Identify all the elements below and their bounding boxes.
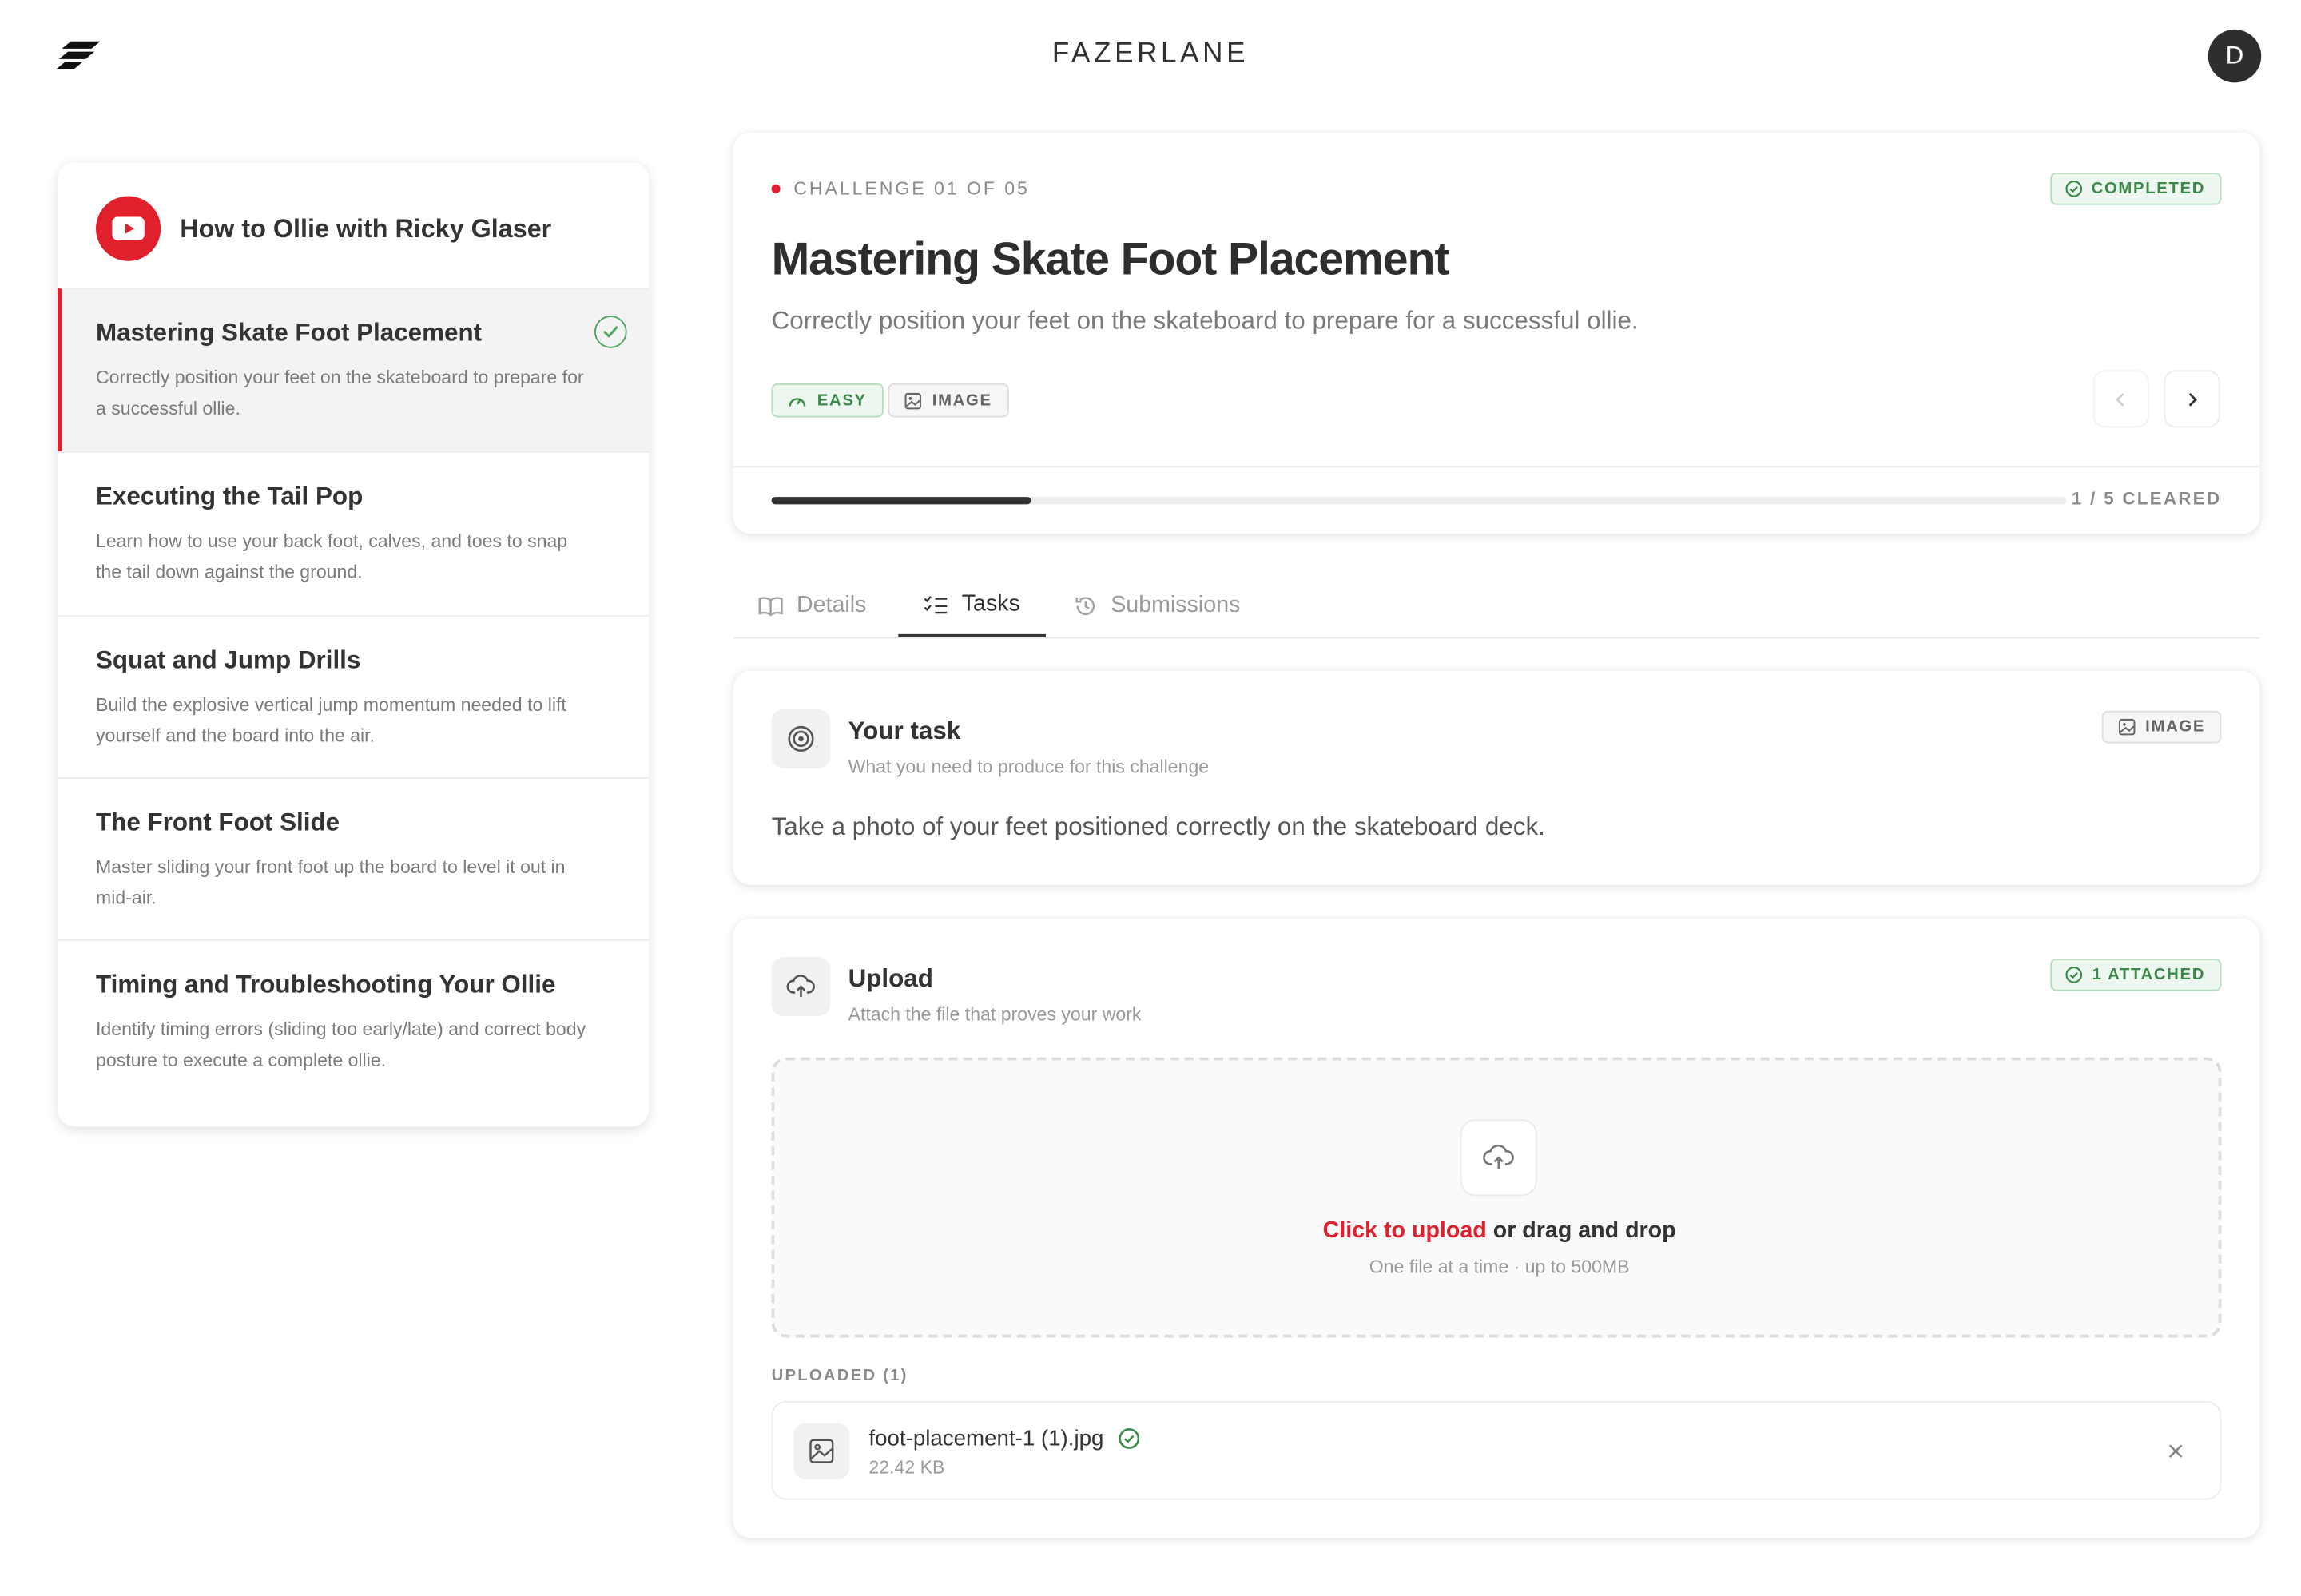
sidebar-item-desc: Build the explosive vertical jump moment… (96, 694, 566, 747)
sidebar-item-title: Executing the Tail Pop (96, 482, 364, 510)
completed-badge: COMPLETED (2049, 173, 2222, 205)
tab-label: Tasks (961, 591, 1020, 617)
tab-details[interactable]: Details (733, 575, 892, 637)
sidebar-item-desc: Identify timing errors (sliding too earl… (96, 1018, 586, 1071)
uploaded-file-row: foot-placement-1 (1).jpg 22.42 KB (771, 1400, 2222, 1500)
check-circle-icon (1119, 1428, 1140, 1449)
drag-drop-text: or drag and drop (1486, 1217, 1676, 1244)
chevron-left-icon (2116, 392, 2124, 406)
book-open-icon (758, 597, 783, 617)
difficulty-badge: EASY (771, 383, 884, 418)
task-type-badge: IMAGE (2102, 710, 2222, 744)
challenge-title: Mastering Skate Foot Placement (771, 232, 1450, 285)
image-icon (2119, 718, 2136, 736)
click-to-upload-link[interactable]: Click to upload (1323, 1218, 1487, 1243)
challenge-sidebar: How to Ollie with Ricky Glaser Mastering… (58, 162, 650, 1127)
progress-bar (771, 497, 2067, 505)
check-circle-icon (594, 316, 627, 348)
type-label: IMAGE (932, 391, 992, 410)
progress-label: 1 / 5 CLEARED (2071, 488, 2222, 509)
attached-badge-label: 1 ATTACHED (2092, 966, 2206, 984)
upload-title: Upload (848, 964, 933, 993)
sidebar-item-desc: Correctly position your feet on the skat… (96, 367, 584, 419)
tab-label: Submissions (1111, 593, 1241, 618)
sidebar-item-timing[interactable]: Timing and Troubleshooting Your Ollie Id… (58, 939, 650, 1103)
image-icon (904, 391, 922, 409)
type-badge: IMAGE (888, 383, 1008, 418)
tab-tasks[interactable]: Tasks (898, 575, 1046, 637)
sidebar-item-tail-pop[interactable]: Executing the Tail Pop Learn how to use … (58, 451, 650, 615)
file-name: foot-placement-1 (1).jpg (868, 1426, 1104, 1451)
completed-badge-label: COMPLETED (2091, 180, 2206, 198)
cloud-upload-icon (1460, 1119, 1537, 1197)
sidebar-item-title: Timing and Troubleshooting Your Ollie (96, 970, 556, 998)
next-challenge-button[interactable] (2164, 370, 2220, 428)
close-icon (2168, 1444, 2183, 1458)
challenge-counter: CHALLENGE 01 OF 05 (793, 178, 1030, 200)
card-divider (733, 466, 2260, 468)
prev-challenge-button[interactable] (2092, 370, 2149, 428)
check-circle-icon (2065, 180, 2082, 197)
avatar[interactable]: D (2208, 29, 2262, 83)
history-icon (1075, 597, 1095, 616)
sidebar-item-front-foot-slide[interactable]: The Front Foot Slide Master sliding your… (58, 776, 650, 941)
task-description: Take a photo of your feet positioned cor… (771, 812, 1545, 841)
target-icon (771, 709, 831, 768)
course-header: How to Ollie with Ricky Glaser (58, 162, 649, 288)
task-card: Your task What you need to produce for t… (733, 671, 2260, 885)
list-checks-icon (924, 596, 948, 614)
progress-fill (771, 497, 1031, 505)
sidebar-item-title: The Front Foot Slide (96, 808, 340, 836)
difficulty-label: EASY (817, 391, 867, 410)
dropzone-prompt: Click to upload or drag and drop (774, 1218, 2224, 1245)
uploaded-label: UPLOADED (1) (771, 1367, 908, 1385)
sidebar-item-desc: Master sliding your front foot up the bo… (96, 856, 566, 909)
task-subtitle: What you need to produce for this challe… (848, 756, 1210, 777)
file-size: 22.42 KB (868, 1457, 945, 1478)
gauge-icon (789, 398, 806, 407)
sidebar-item-title: Squat and Jump Drills (96, 645, 361, 674)
youtube-icon (96, 196, 161, 261)
cloud-upload-icon (771, 957, 831, 1017)
sidebar-item-squat-jump[interactable]: Squat and Jump Drills Build the explosiv… (58, 614, 650, 779)
challenge-subtitle: Correctly position your feet on the skat… (771, 307, 1639, 335)
tab-submissions[interactable]: Submissions (1049, 575, 1266, 637)
brand-title: FAZERLANE (1051, 38, 1250, 69)
attached-badge: 1 ATTACHED (2050, 959, 2222, 991)
task-type-label: IMAGE (2145, 718, 2206, 736)
dropzone-hint: One file at a time · up to 500MB (1369, 1256, 1630, 1277)
upload-subtitle: Attach the file that proves your work (848, 1004, 1142, 1026)
remove-file-button[interactable] (2163, 1438, 2189, 1464)
sidebar-item-foot-placement[interactable]: Mastering Skate Foot Placement Correctly… (58, 288, 650, 451)
upload-card: Upload Attach the file that proves your … (733, 919, 2260, 1538)
challenge-header-card: CHALLENGE 01 OF 05 COMPLETED Mastering S… (733, 133, 2260, 534)
upload-dropzone[interactable]: Click to upload or drag and drop One fil… (771, 1057, 2224, 1338)
task-title: Your task (848, 717, 961, 745)
check-circle-icon (2066, 966, 2083, 983)
challenge-dot (771, 184, 781, 193)
tab-label: Details (796, 593, 867, 618)
challenge-tabs: Details Tasks Submissions (733, 575, 2260, 639)
course-title: How to Ollie with Ricky Glaser (180, 213, 552, 244)
sidebar-item-title: Mastering Skate Foot Placement (96, 318, 483, 347)
chevron-right-icon (2188, 392, 2198, 406)
file-name-row: foot-placement-1 (1).jpg (868, 1426, 1140, 1451)
sidebar-item-desc: Learn how to use your back foot, calves,… (96, 530, 568, 583)
image-file-icon (793, 1423, 850, 1479)
